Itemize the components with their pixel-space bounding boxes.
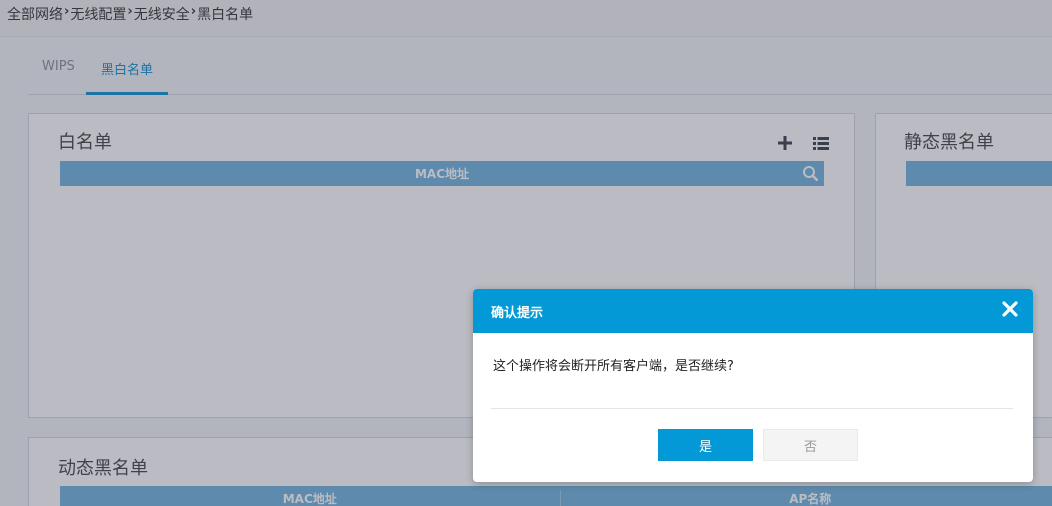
dialog-message: 这个操作将会断开所有客户端，是否继续?	[493, 359, 734, 374]
confirm-dialog: 确认提示 这个操作将会断开所有客户端，是否继续? 是 否	[473, 289, 1033, 482]
dialog-divider	[491, 408, 1013, 409]
close-icon[interactable]	[1001, 300, 1019, 318]
dialog-header: 确认提示	[473, 289, 1033, 333]
confirm-yes-button[interactable]: 是	[658, 429, 753, 461]
dialog-title: 确认提示	[491, 306, 544, 321]
confirm-no-button[interactable]: 否	[763, 429, 858, 461]
